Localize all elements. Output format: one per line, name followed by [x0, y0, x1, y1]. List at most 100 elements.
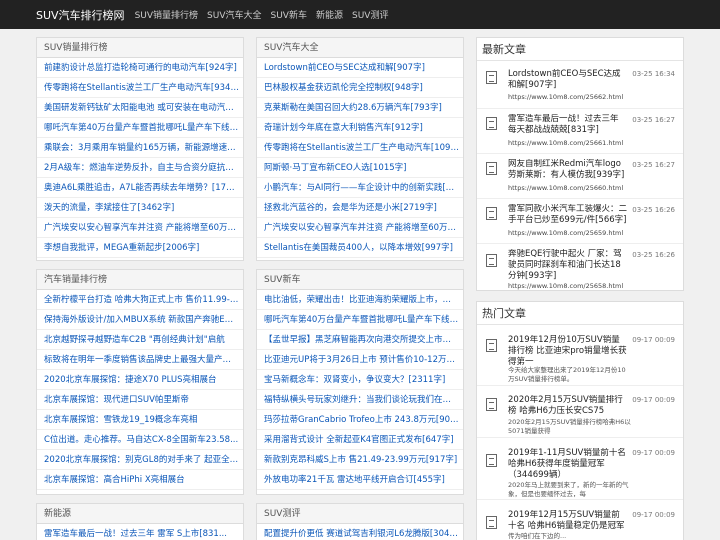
panel-new-energy: 新能源 雷军造车最后一战！过去三年 雷军 S上市[831... — [36, 503, 244, 540]
hot-article-item[interactable]: 2020年2月15万SUV销量排行榜 哈弗H6力压长安CS75 2020年2月1… — [477, 386, 683, 438]
article-date: 09-17 00:09 — [632, 396, 675, 404]
latest-article-item[interactable]: 雷军造车最后一战！过去三年 每天都战战兢兢[831字] https://www.… — [477, 109, 683, 154]
hot-article-item[interactable]: 2019年12月份10万SUV销量排行榜 比亚迪宋pro销量增长获得第一 今天给… — [477, 325, 683, 386]
panel-title: SUV测评 — [257, 504, 463, 524]
article-title[interactable]: 2020年2月15万SUV销量排行榜 哈弗H6力压长安CS75 — [508, 395, 628, 417]
article-link[interactable]: 2020北京车展探馆：别克GL8的对手来了 起亚全新... — [37, 450, 243, 470]
latest-article-item[interactable]: 网友自制红米Redmi汽车logo 劳斯莱斯：有人模仿我[939字] https… — [477, 154, 683, 199]
panel-latest-articles: 最新文章 Lordstown前CEO与SEC达成和解[907字] https:/… — [476, 37, 684, 291]
article-link[interactable]: 宝马新概念车：双肾变小，争议变大？[2311字] — [257, 370, 463, 390]
article-title[interactable]: 雷军造车最后一战！过去三年 每天都战战兢兢[831字] — [508, 114, 628, 136]
article-date: 09-17 00:09 — [632, 449, 675, 457]
site-brand[interactable]: SUV汽车排行榜网 — [36, 7, 125, 23]
article-link[interactable]: 哪吒汽车第40万台量产车暨首批哪吒L量产车下线[8... — [37, 118, 243, 138]
latest-article-item[interactable]: Lordstown前CEO与SEC达成和解[907字] https://www.… — [477, 61, 683, 109]
article-list: 雷军造车最后一战！过去三年 雷军 S上市[831... — [37, 524, 243, 540]
article-date: 03-25 16:27 — [632, 116, 675, 124]
article-link[interactable]: 新款别克昂科威S上市 售21.49-23.99万元[917字] — [257, 450, 463, 470]
article-title[interactable]: 2019年12月份10万SUV销量排行榜 比亚迪宋pro销量增长获得第一 — [508, 335, 628, 368]
article-link[interactable]: 美国研发新钙钛矿太阳能电池 或可安装在电动汽车上 — [37, 98, 243, 118]
article-url: https://www.10m8.com/25658.html — [508, 282, 624, 290]
article-date: 03-25 16:26 — [632, 251, 675, 259]
article-link[interactable]: 广汽埃安以安心智享汽车并注资 产能将增至60万辆... — [257, 218, 463, 238]
article-link[interactable]: 2月A级车：燃油车逆势反扑，自主与合资分庭抗礼[... — [37, 158, 243, 178]
latest-articles-title: 最新文章 — [477, 38, 683, 61]
nav-suv-review[interactable]: SUV测评 — [352, 8, 388, 21]
document-icon — [486, 516, 497, 529]
article-link[interactable]: 阿斯顿·马丁宣布新CEO人选[1015字] — [257, 158, 463, 178]
article-link[interactable]: 北京越野探寻越野造车C2B "再创经典计划"启航 — [37, 330, 243, 350]
article-link[interactable]: 奥迪A6L乘胜追击，A7L能否再续去年增势？[1788... — [37, 178, 243, 198]
article-link[interactable]: 传零跑将在Stellantis波兰工厂生产电动汽车[1090... — [257, 138, 463, 158]
document-icon — [486, 71, 497, 84]
article-link[interactable]: 【孟世早报】黑芝麻智能再次向港交所提交上市申... — [257, 330, 463, 350]
article-date: 03-25 16:34 — [632, 70, 675, 78]
article-link[interactable]: 北京车展探馆：高合HiPhi X亮相展台 — [37, 470, 243, 490]
nav-suv-sales-rank[interactable]: SUV销量排行榜 — [135, 8, 198, 21]
article-link[interactable]: 前建豹设计总监打造轮椅可通行的电动汽车[924字] — [37, 58, 243, 78]
article-link[interactable]: 配置提升价更低 赛道试驾吉利银河L6龙腾版[3049字] — [257, 524, 463, 540]
hot-article-item[interactable]: 2019年1-11月SUV销量前十名 哈弗H6获得年度销量冠军（344699辆）… — [477, 438, 683, 500]
article-link[interactable]: Lordstown前CEO与SEC达成和解[907字] — [257, 58, 463, 78]
article-summary: 今天给大家整理出来了2019年12月份10万SUV销量排行榜单。 — [508, 366, 626, 383]
document-icon — [486, 398, 497, 411]
article-link[interactable]: 电比油低，荣耀出击！比亚迪海豹荣耀版上市，官... — [257, 290, 463, 310]
document-icon — [486, 162, 497, 175]
hot-article-item[interactable]: 2019年12月15万SUV销量前十名 哈弗H6销量稳定仍是冠军 传为咱们在下边… — [477, 500, 683, 540]
article-link[interactable]: 克莱斯勒在美国召回大约28.6万辆汽车[793字] — [257, 98, 463, 118]
article-url: https://www.10m8.com/25661.html — [508, 139, 624, 147]
nav-suv-all[interactable]: SUV汽车大全 — [207, 8, 261, 21]
panel-car-sales-rank: 汽车销量排行榜 全新柠檬平台打造 哈弗大狗正式上市 售价11.99-1... 保… — [36, 269, 244, 495]
article-list: 全新柠檬平台打造 哈弗大狗正式上市 售价11.99-1... 保持海外版设计/加… — [37, 290, 243, 490]
article-link[interactable]: 采用溜背式设计 全新起亚K4官图正式发布[647字] — [257, 430, 463, 450]
article-url: https://www.10m8.com/25660.html — [508, 184, 624, 192]
nav-new-energy[interactable]: 新能源 — [316, 8, 343, 21]
article-link[interactable]: 奇瑞计划今年底在意大利销售汽车[912字] — [257, 118, 463, 138]
article-link[interactable]: 李想自我批评，MEGA重新起步[2006字] — [37, 238, 243, 258]
panel-suv-review: SUV测评 配置提升价更低 赛道试驾吉利银河L6龙腾版[3049字] — [256, 503, 464, 540]
article-link[interactable]: 乘联会：3月乘用车销量约165万辆，新能源增速37... — [37, 138, 243, 158]
article-link[interactable]: 2020北京车展探馆：捷途X70 PLUS亮相展台 — [37, 370, 243, 390]
article-date: 09-17 00:09 — [632, 336, 675, 344]
article-list: 配置提升价更低 赛道试驾吉利银河L6龙腾版[3049字] — [257, 524, 463, 540]
article-link[interactable]: 泼天的流量，李斌接住了[3462字] — [37, 198, 243, 218]
article-link[interactable]: 巴林股权基金获迈凯伦完全控制权[948字] — [257, 78, 463, 98]
article-date: 09-17 00:09 — [632, 511, 675, 519]
document-icon — [486, 117, 497, 130]
panel-title: SUV销量排行榜 — [37, 38, 243, 58]
article-list: Lordstown前CEO与SEC达成和解[907字] 巴林股权基金获迈凯伦完全… — [257, 58, 463, 258]
article-link[interactable]: 拯救北汽蓝谷的，会是华为还是小米[2719字] — [257, 198, 463, 218]
panel-title: 汽车销量排行榜 — [37, 270, 243, 290]
article-link[interactable]: 传零跑将在Stellantis波兰工厂生产电动汽车[934字] — [37, 78, 243, 98]
panel-suv-new: SUV新车 电比油低，荣耀出击！比亚迪海豹荣耀版上市，官... 哪吒汽车第40万… — [256, 269, 464, 495]
article-link[interactable]: 广汽埃安以安心智享汽车并注资 产能将增至60万辆... — [37, 218, 243, 238]
panel-title: SUV新车 — [257, 270, 463, 290]
latest-article-item[interactable]: 雷军同款小米汽车工装爆火：二手平台已炒至699元/件[566字] https:/… — [477, 199, 683, 244]
article-link[interactable]: 哪吒汽车第40万台量产车暨首批哪吒L量产车下线[9... — [257, 310, 463, 330]
document-icon — [486, 207, 497, 220]
article-title[interactable]: 网友自制红米Redmi汽车logo 劳斯莱斯：有人模仿我[939字] — [508, 159, 628, 181]
latest-article-item[interactable]: 奔驰EQE行驶中起火 厂家：驾驶员同时踩刹车和油门长达18分钟[993字] ht… — [477, 244, 683, 290]
article-link[interactable]: C位出道。走心推荐。马自达CX-8全国新车23.58... — [37, 430, 243, 450]
article-link[interactable]: 小鹏汽车：与AI同行——车企设计中的创新实践[39... — [257, 178, 463, 198]
article-link[interactable]: 外放电功率21千瓦 雷达地平线开启合订[455字] — [257, 470, 463, 490]
article-link[interactable]: 玛莎拉蒂GranCabrio Trofeo上市 243.8万元[901... — [257, 410, 463, 430]
article-link[interactable]: 福特纵横头号玩家刘继升：当我们谈论玩我们在谈... — [257, 390, 463, 410]
article-link[interactable]: 比亚迪元UP将于3月26日上市 预计售价10-12万元[... — [257, 350, 463, 370]
article-link[interactable]: Stellantis在美国裁员400人，以降本增效[997字] — [257, 238, 463, 258]
article-link[interactable]: 保持海外版设计/加入MBUX系统 新款国产奔驰E级... — [37, 310, 243, 330]
article-title[interactable]: 2019年12月15万SUV销量前十名 哈弗H6销量稳定仍是冠军 — [508, 510, 628, 532]
document-icon — [486, 254, 497, 267]
top-navbar: SUV汽车排行榜网 SUV销量排行榜 SUV汽车大全 SUV新车 新能源 SUV… — [0, 0, 720, 29]
article-link[interactable]: 北京车展探馆：雪铁龙19_19概念车亮相 — [37, 410, 243, 430]
article-title[interactable]: 2019年1-11月SUV销量前十名 哈弗H6获得年度销量冠军（344699辆） — [508, 448, 628, 481]
article-title[interactable]: 奔驰EQE行驶中起火 厂家：驾驶员同时踩刹车和油门长达18分钟[993字] — [508, 249, 628, 282]
nav-suv-new[interactable]: SUV新车 — [271, 8, 307, 21]
article-title[interactable]: 雷军同款小米汽车工装爆火：二手平台已炒至699元/件[566字] — [508, 204, 628, 226]
article-link[interactable]: 标致将在明年一季度销售该品牌史上最强大量产车5... — [37, 350, 243, 370]
article-title[interactable]: Lordstown前CEO与SEC达成和解[907字] — [508, 69, 628, 91]
article-link[interactable]: 北京车展探馆：现代进口SUV帕里斯帝 — [37, 390, 243, 410]
article-list: 电比油低，荣耀出击！比亚迪海豹荣耀版上市，官... 哪吒汽车第40万台量产车暨首… — [257, 290, 463, 490]
article-link[interactable]: 全新柠檬平台打造 哈弗大狗正式上市 售价11.99-1... — [37, 290, 243, 310]
article-link[interactable]: 雷军造车最后一战！过去三年 雷军 S上市[831... — [37, 524, 243, 540]
